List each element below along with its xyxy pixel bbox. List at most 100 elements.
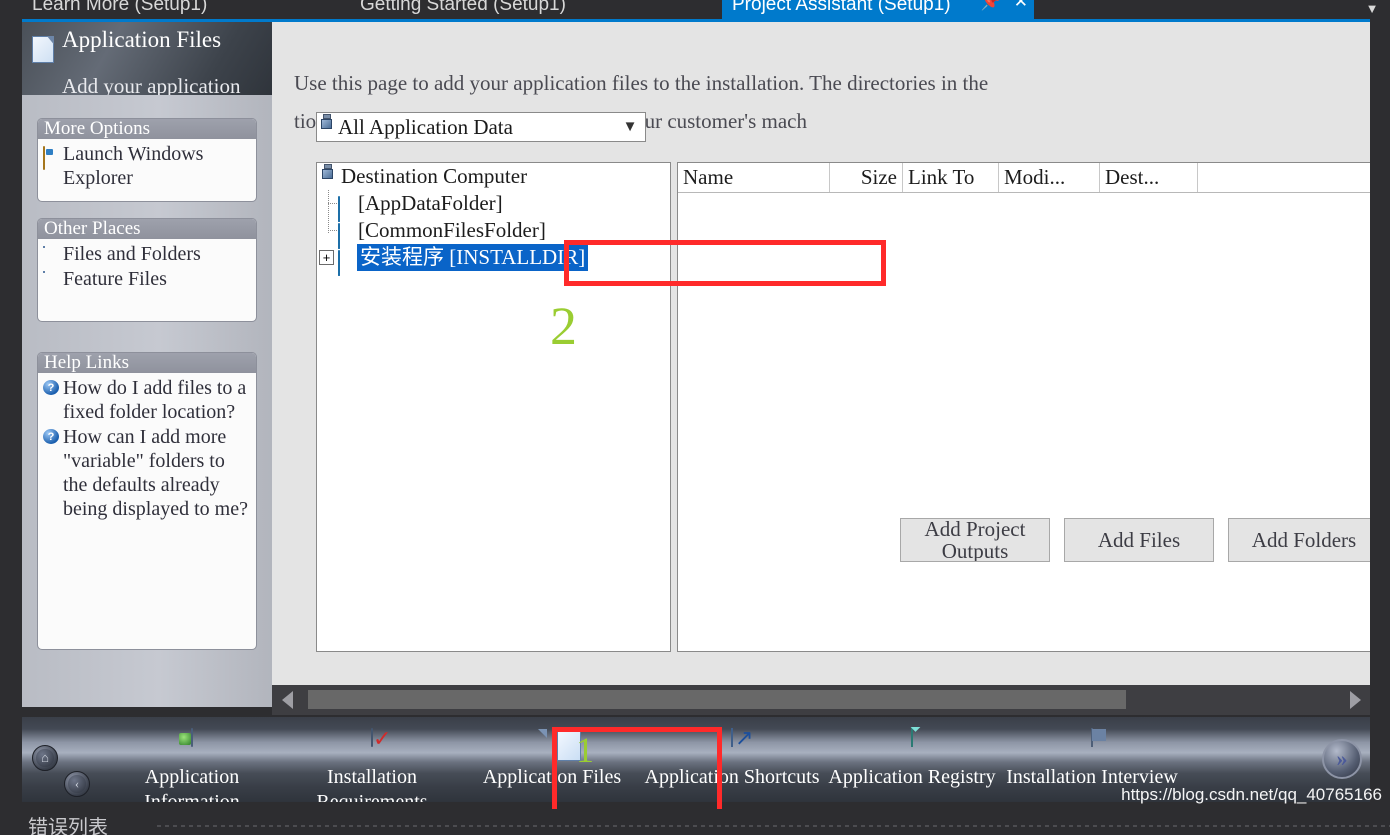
tab-project-assistant[interactable]: Project Assistant (Setup1) 📌 ✕ bbox=[722, 0, 1034, 20]
panel-other-places: Other Places Files and Folders Feature F… bbox=[37, 218, 257, 322]
folder-icon bbox=[338, 196, 353, 222]
tab-learn-more[interactable]: Learn More (Setup1) bbox=[22, 0, 218, 20]
nav-item-application-registry[interactable]: Application Registry bbox=[824, 727, 1000, 802]
sidebar-item-launch-windows-explorer[interactable]: Launch Windows Explorer bbox=[42, 142, 252, 190]
installation-requirements-icon bbox=[355, 728, 389, 763]
document-icon bbox=[32, 36, 54, 63]
nav-item-application-information[interactable]: Application Information bbox=[104, 727, 280, 802]
project-assistant-window: Application Files Add your application f… bbox=[22, 22, 1370, 809]
nav-item-application-information-label: Application Information bbox=[144, 766, 240, 802]
file-action-buttons: Add Project Outputs Add Files Add Folder… bbox=[900, 518, 1370, 562]
nav-item-application-files-label: Application Files bbox=[482, 766, 622, 788]
tree-row-root-label: Destination Computer bbox=[341, 164, 528, 188]
tree-row-installdir-label: 安装程序 [INSTALLDIR] bbox=[357, 244, 589, 271]
nav-item-application-files[interactable]: Application Files 1 bbox=[464, 727, 640, 802]
destination-tree[interactable]: Destination Computer [AppDataFolder] [Co… bbox=[316, 162, 671, 652]
arrow-right-icon[interactable] bbox=[1340, 685, 1370, 715]
status-bar: 错误列表 bbox=[0, 809, 1390, 835]
tree-row-installdir[interactable]: + 安装程序 [INSTALLDIR] bbox=[317, 244, 670, 276]
close-icon[interactable]: ✕ bbox=[1014, 0, 1028, 12]
nav-item-installation-requirements[interactable]: Installation Requirements bbox=[284, 727, 460, 802]
arrow-left-icon[interactable] bbox=[272, 685, 302, 715]
scrollbar-thumb[interactable] bbox=[308, 690, 1126, 709]
add-folders-button[interactable]: Add Folders bbox=[1228, 518, 1370, 562]
installation-interview-icon bbox=[1075, 728, 1109, 763]
application-shortcuts-icon bbox=[715, 728, 749, 763]
sidebar-item-files-and-folders[interactable]: Files and Folders bbox=[42, 242, 252, 266]
home-icon[interactable]: ⌂ bbox=[32, 745, 58, 771]
computer-icon bbox=[321, 164, 336, 184]
help-icon: ? bbox=[43, 429, 59, 444]
sidebar-hero: Application Files Add your application f… bbox=[22, 22, 272, 95]
nav-item-application-registry-label: Application Registry bbox=[828, 766, 996, 788]
application-data-select[interactable]: All Application Data ▼ bbox=[316, 112, 646, 142]
column-header-destination[interactable]: Dest... bbox=[1100, 163, 1198, 192]
pin-icon[interactable]: 📌 bbox=[981, 0, 1002, 12]
status-bar-rail bbox=[155, 825, 1390, 827]
computer-icon bbox=[320, 113, 335, 136]
add-files-button[interactable]: Add Files bbox=[1064, 518, 1214, 562]
document-tab-strip: Learn More (Setup1) Getting Started (Set… bbox=[0, 0, 1390, 20]
application-data-select-value: All Application Data bbox=[338, 114, 513, 139]
document-icon bbox=[43, 246, 59, 261]
annotation-marker-2: 2 bbox=[550, 296, 577, 356]
chevron-down-icon[interactable]: ▼ bbox=[615, 119, 645, 136]
nav-item-application-shortcuts[interactable]: Application Shortcuts bbox=[644, 727, 820, 802]
chevron-down-icon[interactable]: ▼ bbox=[1362, 0, 1382, 20]
folder-checked-icon bbox=[338, 250, 353, 276]
panel-more-options-title: More Options bbox=[38, 119, 256, 139]
tree-row-commonfilesfolder-label: [CommonFilesFolder] bbox=[358, 218, 546, 242]
sidebar-item-feature-files[interactable]: Feature Files bbox=[42, 267, 252, 291]
folder-open-icon bbox=[43, 146, 59, 170]
panel-other-places-title: Other Places bbox=[38, 219, 256, 239]
add-project-outputs-button[interactable]: Add Project Outputs bbox=[900, 518, 1050, 562]
sidebar-item-help-fixed-folder[interactable]: ? How do I add files to a fixed folder l… bbox=[42, 376, 252, 424]
page-subtitle: Add your application files bbox=[62, 74, 241, 95]
expand-toggle-icon[interactable]: + bbox=[319, 250, 334, 265]
nav-item-installation-requirements-label: Installation Requirements bbox=[316, 766, 428, 802]
tab-learn-more-label: Learn More (Setup1) bbox=[32, 0, 208, 15]
app-information-icon bbox=[175, 728, 209, 763]
tree-row-appdatafolder[interactable]: [AppDataFolder] bbox=[317, 190, 670, 222]
file-list-pane[interactable]: Name Size Link To Modi... Dest... bbox=[677, 162, 1370, 652]
next-arrow-icon[interactable]: » bbox=[1322, 739, 1362, 779]
tree-row-commonfilesfolder[interactable]: [CommonFilesFolder] bbox=[317, 217, 670, 249]
horizontal-scrollbar[interactable] bbox=[272, 685, 1370, 715]
tree-row-appdatafolder-label: [AppDataFolder] bbox=[358, 191, 503, 215]
help-icon: ? bbox=[43, 380, 59, 395]
sidebar-item-launch-windows-explorer-label: Launch Windows Explorer bbox=[63, 143, 204, 189]
page-description-line1: Use this page to add your application fi… bbox=[294, 71, 989, 95]
screenshot-root: Learn More (Setup1) Getting Started (Set… bbox=[0, 0, 1390, 835]
column-header-size[interactable]: Size bbox=[830, 163, 903, 192]
tab-getting-started[interactable]: Getting Started (Setup1) bbox=[350, 0, 576, 20]
panel-help-links-body: ? How do I add files to a fixed folder l… bbox=[38, 373, 256, 527]
panel-help-links-title: Help Links bbox=[38, 353, 256, 373]
watermark: https://blog.csdn.net/qq_40765166 bbox=[1121, 785, 1382, 804]
sidebar-item-feature-files-label: Feature Files bbox=[63, 268, 167, 290]
tab-project-assistant-label: Project Assistant (Setup1) bbox=[732, 0, 951, 15]
panel-more-options-body: Launch Windows Explorer bbox=[38, 139, 256, 196]
sidebar-item-help-fixed-folder-label: How do I add files to a fixed folder loc… bbox=[63, 377, 247, 423]
column-header-modified[interactable]: Modi... bbox=[999, 163, 1100, 192]
annotation-marker-1: 1 bbox=[576, 730, 594, 770]
application-files-icon bbox=[535, 729, 581, 763]
file-list-header: Name Size Link To Modi... Dest... bbox=[678, 163, 1370, 193]
back-arrow-icon[interactable]: ‹ bbox=[64, 771, 90, 797]
sidebar: Application Files Add your application f… bbox=[22, 22, 272, 707]
folder-icon bbox=[338, 223, 353, 249]
feature-file-icon bbox=[43, 271, 59, 286]
error-list-label[interactable]: 错误列表 bbox=[28, 811, 108, 835]
page-title: Application Files bbox=[62, 27, 222, 52]
column-header-link-to[interactable]: Link To bbox=[903, 163, 999, 192]
panel-more-options: More Options Launch Windows Explorer bbox=[37, 118, 257, 202]
nav-item-application-shortcuts-label: Application Shortcuts bbox=[644, 766, 820, 788]
sidebar-item-help-variable-folders[interactable]: ? How can I add more "variable" folders … bbox=[42, 425, 252, 521]
panel-help-links: Help Links ? How do I add files to a fix… bbox=[37, 352, 257, 650]
panel-other-places-body: Files and Folders Feature Files bbox=[38, 239, 256, 297]
main-content: Use this page to add your application fi… bbox=[272, 22, 1370, 685]
column-header-name[interactable]: Name bbox=[678, 163, 830, 192]
tab-getting-started-label: Getting Started (Setup1) bbox=[360, 0, 566, 15]
tree-row-root[interactable]: Destination Computer bbox=[317, 163, 670, 190]
sidebar-item-help-variable-folders-label: How can I add more "variable" folders to… bbox=[63, 426, 248, 520]
sidebar-item-files-and-folders-label: Files and Folders bbox=[63, 243, 201, 265]
